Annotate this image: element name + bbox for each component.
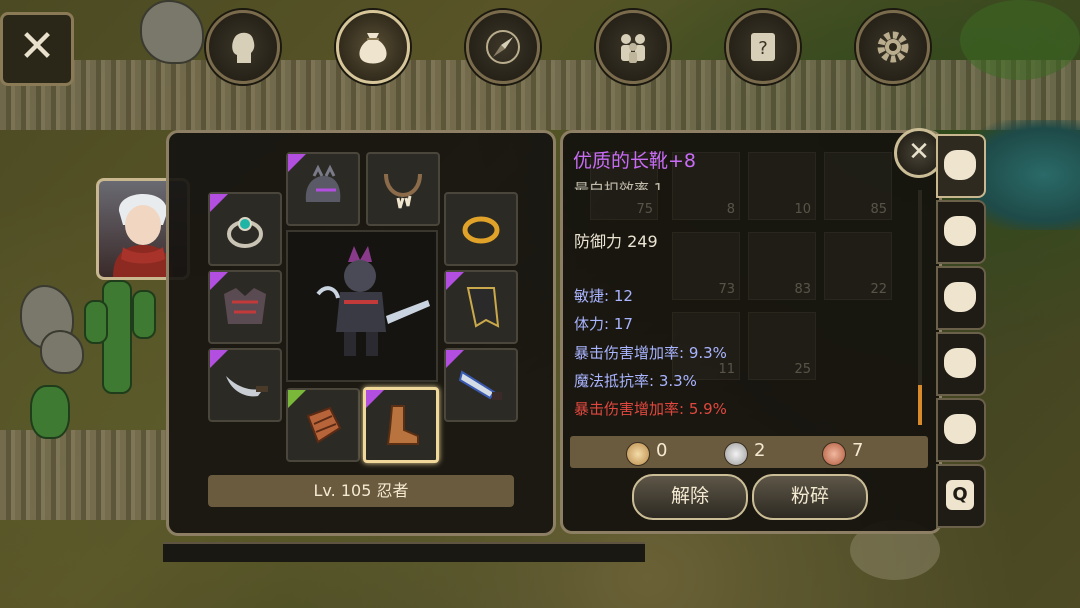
spiked-helmet-icon bbox=[305, 164, 341, 202]
cactus bbox=[132, 290, 156, 339]
equip-slot-weapon[interactable] bbox=[444, 348, 518, 422]
party-icon bbox=[621, 34, 645, 63]
curved-dagger-icon bbox=[226, 376, 268, 397]
inventory-slot: 10 bbox=[748, 152, 816, 220]
bag-icon bbox=[944, 414, 976, 444]
gold-ring-icon bbox=[462, 216, 500, 244]
bag-tab-quest[interactable]: Q bbox=[936, 464, 986, 528]
cactus bbox=[84, 300, 108, 344]
equip-slot-boots[interactable] bbox=[363, 387, 439, 463]
gold-coin-icon bbox=[626, 442, 650, 466]
inventory-slot: 85 bbox=[824, 152, 892, 220]
equip-slot-helmet[interactable] bbox=[286, 152, 360, 226]
item-main-stat: 防御力 249 bbox=[574, 232, 658, 251]
bag-icon bbox=[944, 150, 976, 180]
close-icon: ✕ bbox=[18, 21, 56, 72]
tab-map[interactable] bbox=[466, 10, 540, 84]
quest-bag-icon: Q bbox=[946, 480, 974, 510]
broad-sword-icon bbox=[458, 370, 502, 400]
bag-tab-3[interactable] bbox=[936, 266, 986, 330]
silver-coin-icon bbox=[724, 442, 748, 466]
cape-icon bbox=[466, 287, 500, 328]
gear-icon bbox=[877, 31, 909, 63]
item-stat-cut-off: 最白扣效率 1 bbox=[574, 180, 664, 190]
silver-amount: 2 bbox=[754, 440, 766, 461]
stats-scrollbar-thumb[interactable] bbox=[918, 385, 922, 425]
item-stat-line-red: 暴击伤害增加率: 5.9% bbox=[574, 400, 727, 418]
equip-slot-ring-left[interactable] bbox=[208, 192, 282, 266]
cactus-round bbox=[30, 385, 70, 439]
chest-armor-icon bbox=[224, 288, 266, 324]
rock bbox=[40, 330, 84, 374]
bag-tab-5[interactable] bbox=[936, 398, 986, 462]
item-title: 优质的长靴+8 bbox=[573, 150, 697, 172]
cliff-ridge-lower bbox=[0, 430, 170, 520]
item-stat-line: 敏捷: 12 bbox=[574, 287, 633, 305]
tab-settings[interactable] bbox=[856, 10, 930, 84]
bag-icon bbox=[944, 216, 976, 246]
copper-amount: 7 bbox=[852, 440, 864, 461]
long-boots-icon bbox=[386, 405, 419, 445]
character-level-label: Lv. 105 忍者 bbox=[208, 475, 514, 507]
close-menu-button[interactable]: ✕ bbox=[0, 12, 74, 86]
equip-slot-gloves[interactable] bbox=[286, 388, 360, 462]
inventory-slot: 83 bbox=[748, 232, 816, 300]
equip-slot-ring-right[interactable] bbox=[444, 192, 518, 266]
panel-footer-bar bbox=[163, 542, 645, 562]
currency-bar bbox=[570, 436, 928, 468]
copper-coin-icon bbox=[822, 442, 846, 466]
character-preview bbox=[286, 230, 438, 382]
close-icon: ✕ bbox=[908, 137, 930, 167]
tab-inventory[interactable] bbox=[336, 10, 410, 84]
compass-rose-icon bbox=[486, 30, 520, 64]
tab-party[interactable] bbox=[596, 10, 670, 84]
smash-button[interactable]: 粉碎 bbox=[752, 474, 868, 520]
item-stat-line: 暴击伤害增加率: 9.3% bbox=[574, 344, 727, 362]
palm-tree bbox=[960, 0, 1080, 80]
quest-scroll-icon: ? bbox=[751, 33, 775, 61]
equip-slot-necklace[interactable] bbox=[366, 152, 440, 226]
equip-slot-armor[interactable] bbox=[208, 270, 282, 344]
gem-ring-icon bbox=[227, 217, 263, 248]
item-stat-line: 体力: 17 bbox=[574, 315, 633, 333]
bag-tab-1[interactable] bbox=[936, 134, 986, 198]
bag-icon bbox=[944, 348, 976, 378]
rock bbox=[140, 0, 204, 64]
item-stat-line: 魔法抵抗率: 3.3% bbox=[574, 372, 697, 390]
bag-icon bbox=[944, 282, 976, 312]
unequip-button[interactable]: 解除 bbox=[632, 474, 748, 520]
bag-tab-4[interactable] bbox=[936, 332, 986, 396]
inventory-slot: 25 bbox=[748, 312, 816, 380]
gold-amount: 0 bbox=[656, 440, 668, 461]
inventory-slot: 22 bbox=[824, 232, 892, 300]
bag-icon bbox=[359, 33, 387, 64]
svg-text:?: ? bbox=[758, 38, 768, 59]
bag-tab-2[interactable] bbox=[936, 200, 986, 264]
equip-slot-offhand[interactable] bbox=[208, 348, 282, 422]
head-silhouette-icon bbox=[232, 32, 255, 63]
fang-necklace-icon bbox=[384, 173, 422, 209]
equip-slot-cape[interactable] bbox=[444, 270, 518, 344]
ninja-sprite-icon bbox=[316, 246, 430, 356]
leather-gauntlet-icon bbox=[306, 406, 342, 444]
inventory-slot: 73 bbox=[672, 232, 740, 300]
tab-character[interactable] bbox=[206, 10, 280, 84]
tab-quest[interactable]: ? bbox=[726, 10, 800, 84]
